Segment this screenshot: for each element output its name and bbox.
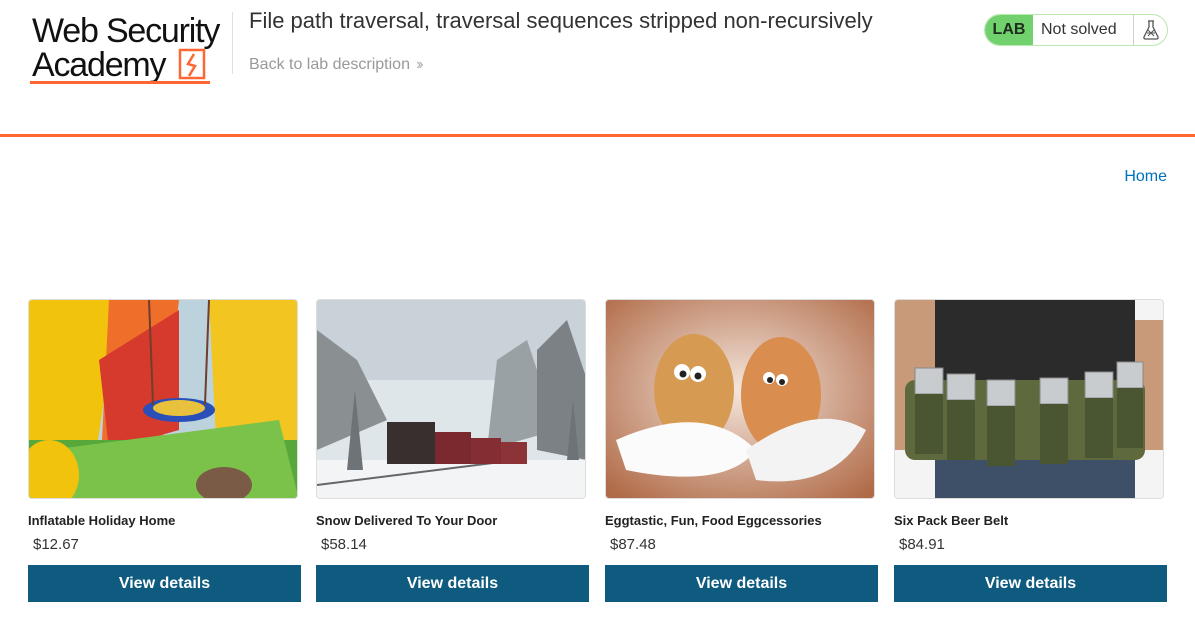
product-image-beer-belt[interactable] (894, 299, 1164, 499)
view-details-button[interactable]: View details (28, 565, 301, 602)
header: Web Security Academy File path traversal… (0, 0, 1195, 137)
academy-mark-icon (178, 48, 206, 80)
product-image-snow[interactable] (316, 299, 586, 499)
lab-badge: LAB (985, 15, 1033, 45)
product-name: Inflatable Holiday Home (28, 513, 176, 528)
product-price: $12.67 (33, 536, 79, 553)
view-details-button[interactable]: View details (316, 565, 589, 602)
double-chevron-right-icon: ›› (415, 56, 423, 73)
product-image-inflatable[interactable] (28, 299, 298, 499)
lab-status-widget[interactable]: LAB Not solved (984, 14, 1168, 46)
product-name: Snow Delivered To Your Door (316, 513, 498, 528)
lab-title: File path traversal, traversal sequences… (249, 8, 873, 33)
web-security-academy-logo[interactable]: Web Security Academy (30, 12, 230, 86)
back-link-label: Back to lab description (249, 56, 410, 73)
logo-line2: Academy (32, 46, 167, 84)
product-price: $84.91 (899, 536, 945, 553)
lab-status-text: Not solved (1041, 21, 1117, 38)
product-card: Snow Delivered To Your Door $58.14 View … (316, 299, 590, 602)
header-divider (232, 12, 233, 74)
product-name: Six Pack Beer Belt (894, 513, 1009, 528)
nav-home-link[interactable]: Home (1124, 168, 1167, 186)
back-to-lab-description-link[interactable]: Back to lab description ›› (249, 56, 423, 74)
product-card: Eggtastic, Fun, Food Eggcessories $87.48… (605, 299, 879, 602)
product-card: Inflatable Holiday Home $12.67 View deta… (28, 299, 302, 602)
product-card: Six Pack Beer Belt $84.91 View details (894, 299, 1168, 602)
product-image-eggs[interactable] (605, 299, 875, 499)
product-price: $58.14 (321, 536, 367, 553)
product-price: $87.48 (610, 536, 656, 553)
view-details-button[interactable]: View details (894, 565, 1167, 602)
view-details-button[interactable]: View details (605, 565, 878, 602)
logo-underline (30, 81, 210, 84)
product-name: Eggtastic, Fun, Food Eggcessories (605, 513, 822, 528)
flask-icon (1133, 15, 1167, 45)
